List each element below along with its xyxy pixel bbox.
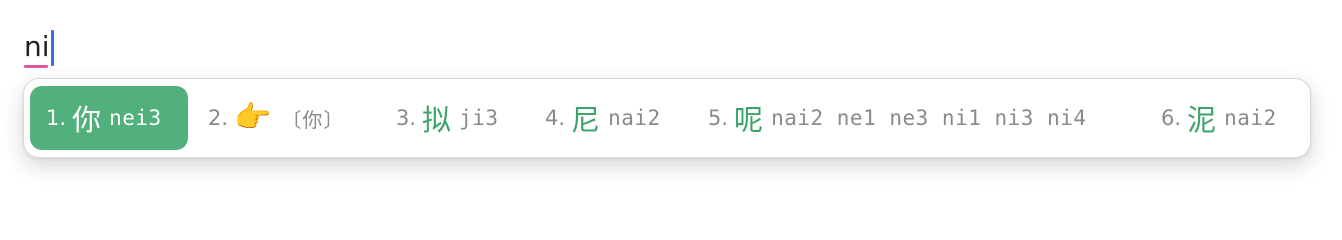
composition-text: ni — [24, 30, 50, 68]
candidate-1[interactable]: 1. 你 nei3 — [30, 86, 188, 150]
candidate-pinyin: nai2 ne1 ne3 ni1 ni3 ni4 — [771, 106, 1087, 130]
preedit-underline — [24, 65, 48, 68]
candidate-text: 泥 — [1187, 103, 1217, 137]
candidate-text: 尼 — [571, 103, 601, 137]
candidate-index: 3. — [396, 106, 417, 130]
candidate-pinyin: nai2 — [608, 106, 661, 130]
candidate-5[interactable]: 5. 呢 nai2 ne1 ne3 ni1 ni3 ni4 — [708, 86, 1087, 150]
candidate-annotation: 〔你〕 — [281, 107, 345, 132]
candidate-pinyin: ji3 — [459, 106, 499, 130]
candidate-index: 5. — [708, 106, 729, 130]
candidate-text: 你 — [72, 103, 102, 137]
candidate-2[interactable]: 2. 👉 〔你〕 — [208, 86, 344, 150]
candidate-4[interactable]: 4. 尼 nai2 — [545, 86, 661, 150]
candidate-6[interactable]: 6. 泥 nai2 — [1161, 86, 1277, 150]
composition-field[interactable]: ni — [24, 26, 54, 68]
candidate-index: 6. — [1161, 106, 1182, 130]
pointing-hand-emoji-icon: 👉 — [234, 100, 272, 135]
candidate-index: 2. — [208, 106, 229, 130]
candidate-text: 呢 — [734, 103, 764, 137]
candidate-text: 拟 — [422, 103, 452, 137]
candidate-index: 4. — [545, 106, 566, 130]
candidate-3[interactable]: 3. 拟 ji3 — [396, 86, 499, 150]
text-caret — [50, 30, 54, 66]
candidate-panel: 1. 你 nei3 2. 👉 〔你〕 3. 拟 ji3 4. 尼 nai2 5.… — [23, 78, 1311, 158]
candidate-pinyin: nai2 — [1224, 106, 1277, 130]
ime-stage: ni 1. 你 nei3 2. 👉 〔你〕 3. 拟 ji3 4. 尼 nai2… — [0, 0, 1342, 212]
candidate-index: 1. — [46, 106, 67, 130]
preedit-text: ni — [24, 30, 50, 63]
candidate-pinyin: nei3 — [109, 106, 162, 130]
